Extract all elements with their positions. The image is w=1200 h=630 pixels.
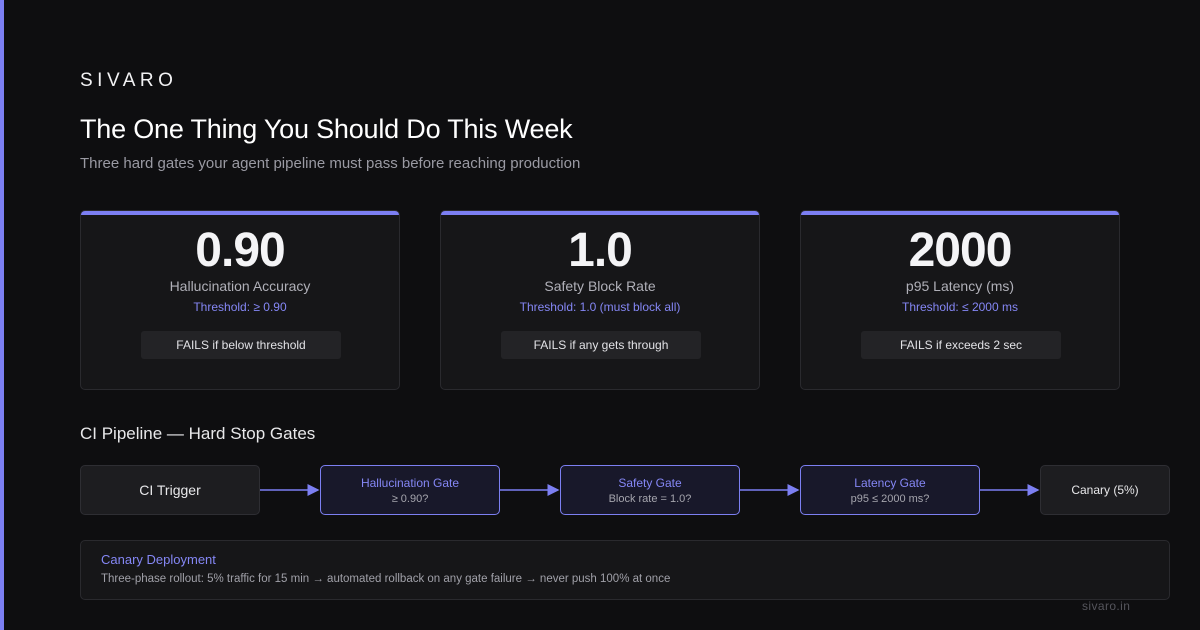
pipeline-arrows <box>260 484 1040 496</box>
canary-title: Canary Deployment <box>101 552 216 567</box>
node-label: CI Trigger <box>139 482 201 498</box>
pipeline-node-canary: Canary (5%) <box>1040 465 1170 515</box>
gate-title: Safety Gate <box>618 475 682 490</box>
canary-description: Three-phase rollout: 5% traffic for 15 m… <box>101 573 671 585</box>
pipeline-node-hallucination-gate: Hallucination Gate ≥ 0.90? <box>320 465 500 515</box>
gate-condition: ≥ 0.90? <box>391 492 429 505</box>
gate-condition: Block rate = 1.0? <box>608 492 692 505</box>
gate-title: Latency Gate <box>854 475 926 490</box>
pipeline-node-ci-trigger: CI Trigger <box>80 465 260 515</box>
gate-title: Hallucination Gate <box>360 475 460 490</box>
footer-url: sivaro.in <box>1082 599 1131 613</box>
pipeline-node-latency-gate: Latency Gate p95 ≤ 2000 ms? <box>800 465 980 515</box>
pipeline-node-safety-gate: Safety Gate Block rate = 1.0? <box>560 465 740 515</box>
gate-condition: p95 ≤ 2000 ms? <box>850 492 930 505</box>
node-label: Canary (5%) <box>1071 483 1139 497</box>
canary-deployment-panel: Canary Deployment Three-phase rollout: 5… <box>80 540 1170 600</box>
